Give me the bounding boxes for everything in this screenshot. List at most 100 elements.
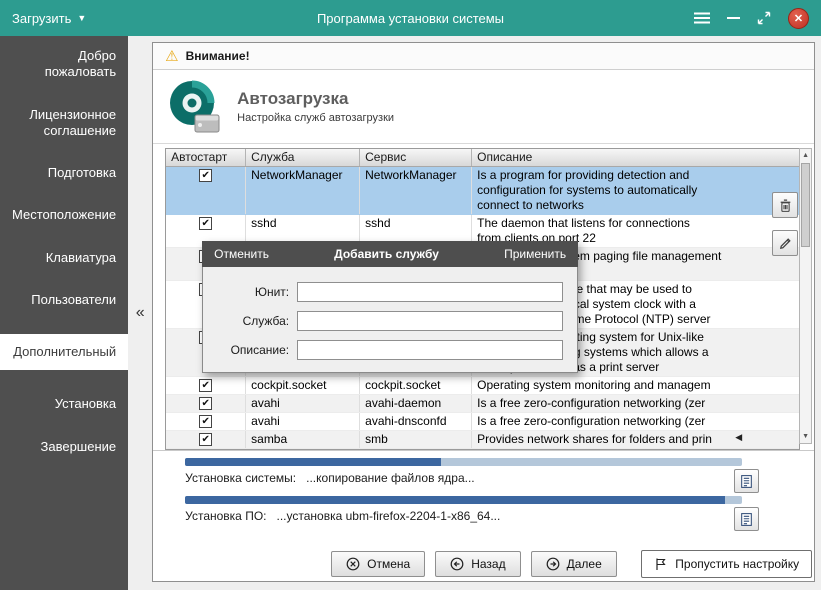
scroll-up-icon[interactable]: ▲ bbox=[800, 149, 811, 162]
autostart-checkbox[interactable]: ✔ bbox=[199, 217, 212, 230]
service-field-label: Служба: bbox=[217, 314, 289, 328]
autostart-checkbox[interactable]: ✔ bbox=[199, 169, 212, 182]
maximize-button[interactable] bbox=[757, 11, 771, 25]
autostart-checkbox[interactable]: ✔ bbox=[199, 379, 212, 392]
cancel-button[interactable]: Отмена bbox=[331, 551, 425, 577]
autostart-checkbox[interactable]: ✔ bbox=[199, 397, 212, 410]
description-field[interactable] bbox=[297, 340, 563, 360]
table-header-row: Автостарт Служба Сервис Описание bbox=[166, 149, 799, 167]
table-row[interactable]: ✔ samba smb Provides network shares for … bbox=[166, 431, 799, 449]
titlebar: Загрузить ▼ Программа установки системы … bbox=[0, 0, 821, 36]
sidebar-item-additional[interactable]: Дополнительный bbox=[0, 334, 128, 370]
minimize-button[interactable] bbox=[727, 17, 740, 19]
system-progress-group: Установка системы: ...копирование файлов… bbox=[185, 458, 814, 485]
service-name: cockpit.socket bbox=[246, 377, 360, 394]
sidebar-item-installation[interactable]: Установка bbox=[0, 396, 128, 412]
service-name: avahi bbox=[246, 395, 360, 412]
flag-icon bbox=[654, 557, 668, 571]
system-progress-fill bbox=[185, 458, 441, 466]
sidebar-gutter: « bbox=[128, 36, 152, 590]
column-header-autostart[interactable]: Автостарт bbox=[166, 149, 246, 166]
footer-actions: Отмена Назад bbox=[153, 546, 814, 581]
edit-service-button[interactable] bbox=[772, 230, 798, 256]
next-arrow-icon bbox=[546, 557, 560, 571]
table-row[interactable]: ✔ cockpit.socket cockpit.socket Operatin… bbox=[166, 377, 799, 395]
close-icon: ✕ bbox=[794, 12, 803, 25]
software-progress-group: Установка ПО: ...установка ubm-firefox-2… bbox=[185, 496, 814, 523]
autostart-checkbox[interactable]: ✔ bbox=[199, 433, 212, 446]
table-row[interactable]: ✔ avahi avahi-dnsconfd Is a free zero-co… bbox=[166, 413, 799, 431]
sidebar-item-license[interactable]: Лицензионное соглашение bbox=[0, 107, 128, 140]
close-button[interactable]: ✕ bbox=[788, 8, 809, 29]
unit-field-label: Юнит: bbox=[217, 285, 289, 299]
unit-name: smb bbox=[360, 431, 472, 448]
service-description: Provides network shares for folders and … bbox=[472, 431, 799, 448]
service-field[interactable] bbox=[297, 311, 563, 331]
service-description: Is a free zero-configuration networking … bbox=[472, 395, 799, 412]
progress-zone: Установка системы: ...копирование файлов… bbox=[153, 450, 814, 546]
cancel-label: Отмена bbox=[367, 557, 410, 571]
software-progress-label: Установка ПО: bbox=[185, 509, 266, 523]
page-title: Автозагрузка bbox=[237, 89, 394, 109]
software-log-button[interactable] bbox=[734, 507, 759, 531]
dialog-apply-button[interactable]: Применить bbox=[504, 247, 566, 261]
page-subtitle: Настройка служб автозагрузки bbox=[237, 112, 394, 124]
unit-name: NetworkManager bbox=[360, 167, 472, 214]
services-table-zone: Автостарт Служба Сервис Описание ✔ Netwo… bbox=[153, 144, 814, 450]
dialog-body: Юнит: Служба: Описание: bbox=[202, 267, 578, 373]
minimize-icon bbox=[727, 17, 740, 19]
sidebar-item-keyboard[interactable]: Клавиатура bbox=[0, 250, 128, 266]
back-label: Назад bbox=[471, 557, 505, 571]
autostart-checkbox[interactable]: ✔ bbox=[199, 415, 212, 428]
load-menu-label: Загрузить bbox=[12, 11, 71, 26]
maximize-icon bbox=[757, 11, 771, 25]
description-field-label: Описание: bbox=[217, 343, 289, 357]
dialog-cancel-button[interactable]: Отменить bbox=[214, 247, 269, 261]
column-header-unit[interactable]: Сервис bbox=[360, 149, 472, 166]
service-description: Is a free zero-configuration networking … bbox=[472, 413, 799, 430]
system-progress-bar bbox=[185, 458, 742, 466]
load-menu-button[interactable]: Загрузить ▼ bbox=[12, 11, 182, 26]
steps-sidebar: Добро пожаловать Лицензионное соглашение… bbox=[0, 36, 128, 590]
skip-label: Пропустить настройку bbox=[675, 557, 799, 571]
table-row[interactable]: ✔ avahi avahi-daemon Is a free zero-conf… bbox=[166, 395, 799, 413]
sidebar-collapse-button[interactable]: « bbox=[136, 304, 145, 322]
scroll-left-icon[interactable]: ◀ bbox=[735, 432, 742, 443]
service-name: samba bbox=[246, 431, 360, 448]
table-row[interactable]: ✔ NetworkManager NetworkManager Is a pro… bbox=[166, 167, 799, 215]
add-service-dialog: Отменить Добавить службу Применить Юнит:… bbox=[202, 241, 578, 373]
sidebar-item-users[interactable]: Пользователи bbox=[0, 292, 128, 308]
log-icon bbox=[739, 512, 754, 527]
next-button[interactable]: Далее bbox=[531, 551, 617, 577]
sidebar-item-welcome[interactable]: Добро пожаловать bbox=[0, 48, 128, 81]
system-log-button[interactable] bbox=[734, 469, 759, 493]
column-header-description[interactable]: Описание bbox=[472, 149, 799, 166]
warning-icon: ⚠ bbox=[165, 47, 178, 65]
sidebar-item-preparation[interactable]: Подготовка bbox=[0, 165, 128, 181]
skip-setup-button[interactable]: Пропустить настройку bbox=[641, 550, 812, 578]
table-scrollbar[interactable]: ▲ ▼ bbox=[799, 148, 812, 444]
back-button[interactable]: Назад bbox=[435, 551, 520, 577]
delete-service-button[interactable] bbox=[772, 192, 798, 218]
warning-text: Внимание! bbox=[186, 49, 250, 63]
trash-icon bbox=[778, 198, 793, 213]
service-description: Operating system monitoring and managem bbox=[472, 377, 799, 394]
system-progress-status: ...копирование файлов ядра... bbox=[306, 471, 474, 485]
service-name: avahi bbox=[246, 413, 360, 430]
service-name: NetworkManager bbox=[246, 167, 360, 214]
chevron-down-icon: ▼ bbox=[77, 13, 86, 23]
unit-name: cockpit.socket bbox=[360, 377, 472, 394]
unit-field[interactable] bbox=[297, 282, 563, 302]
column-header-service[interactable]: Служба bbox=[246, 149, 360, 166]
sidebar-item-location[interactable]: Местоположение bbox=[0, 207, 128, 223]
log-icon bbox=[739, 474, 754, 489]
hamburger-menu-button[interactable] bbox=[694, 12, 710, 24]
sidebar-item-completion[interactable]: Завершение bbox=[0, 439, 128, 455]
dialog-header: Отменить Добавить службу Применить bbox=[202, 241, 578, 267]
scroll-down-icon[interactable]: ▼ bbox=[800, 430, 811, 443]
software-progress-fill bbox=[185, 496, 725, 504]
scrollbar-thumb[interactable] bbox=[801, 163, 810, 247]
pencil-icon bbox=[778, 236, 793, 251]
window-title: Программа установки системы bbox=[182, 11, 639, 26]
back-arrow-icon bbox=[450, 557, 464, 571]
